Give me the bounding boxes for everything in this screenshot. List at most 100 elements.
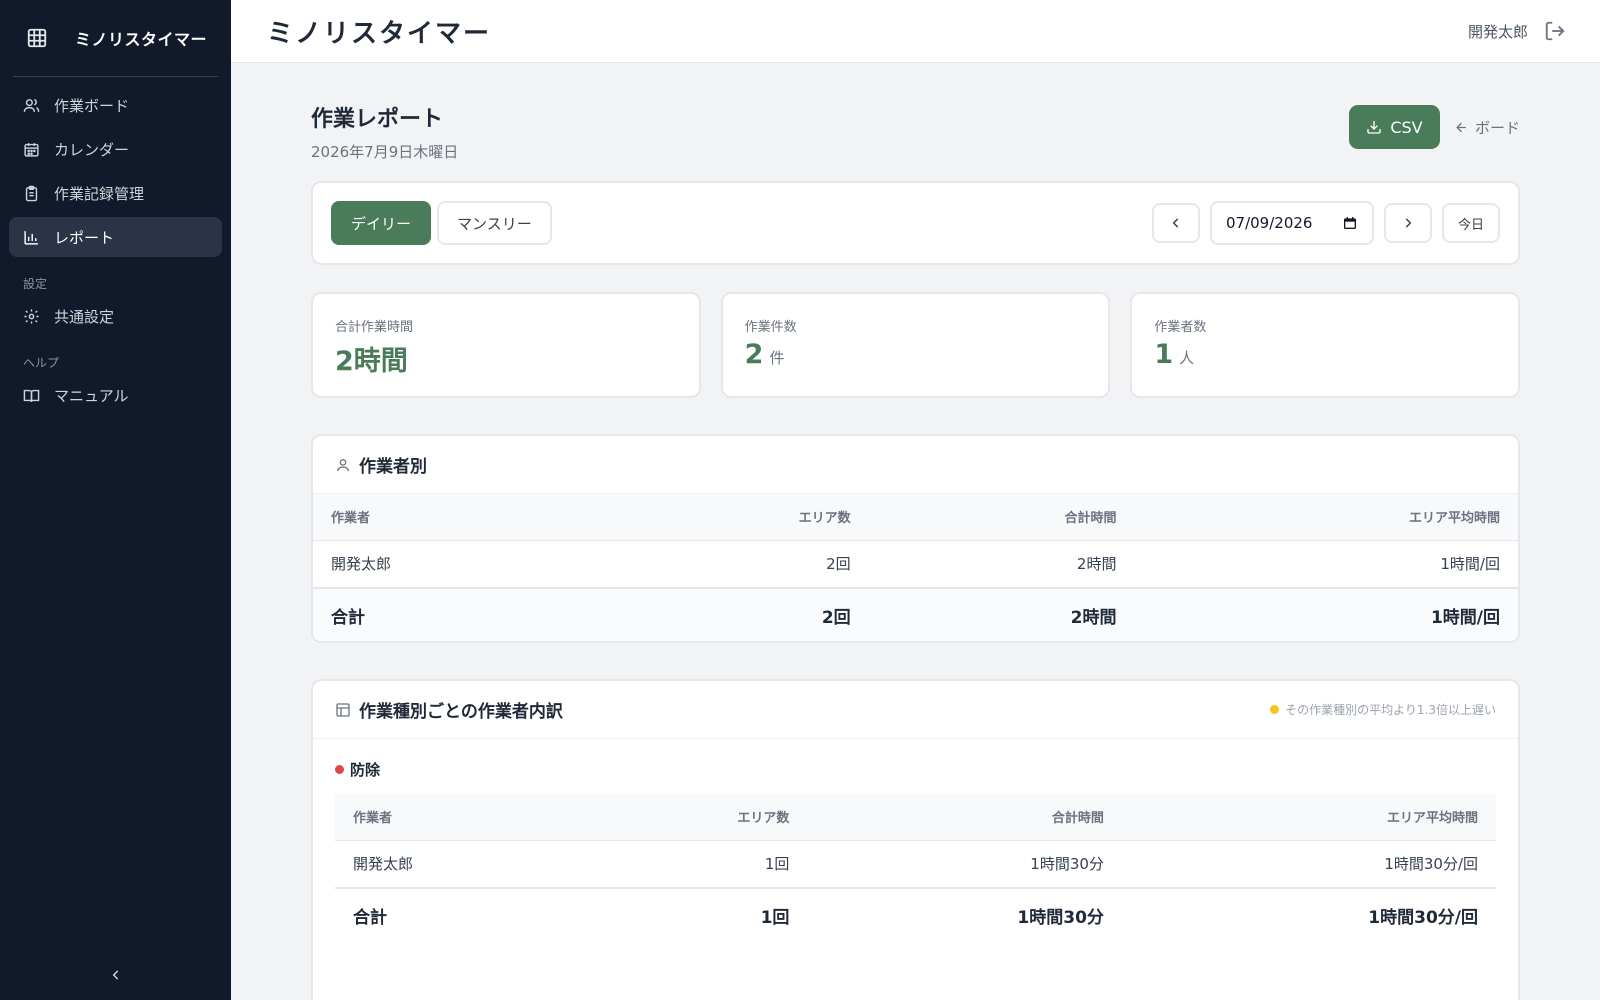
date-input[interactable]: 07/09/2026 bbox=[1210, 201, 1374, 245]
date-controls: 07/09/2026 今日 bbox=[1152, 201, 1500, 245]
cell-total-avg-time: 1時間30分/回 bbox=[1121, 887, 1496, 941]
back-to-board-link[interactable]: ボード bbox=[1454, 117, 1520, 138]
cell-total-time: 2時間 bbox=[868, 587, 1135, 641]
bar-chart-icon bbox=[24, 230, 38, 245]
cell-total-label: 合計 bbox=[335, 887, 582, 941]
csv-download-button[interactable]: CSV bbox=[1348, 105, 1440, 149]
cell-area-count: 2回 bbox=[602, 539, 869, 588]
column-header[interactable]: エリア数 bbox=[581, 794, 808, 840]
sidebar-item-label: 作業ボード bbox=[54, 96, 130, 115]
cell-total-time: 1時間30分 bbox=[807, 887, 1122, 941]
stat-total-time: 合計作業時間 2時間 bbox=[311, 292, 701, 398]
calendar-icon[interactable] bbox=[1342, 215, 1358, 231]
stat-value: 2 件 bbox=[745, 339, 1087, 370]
total-row: 合計 1回 1時間30分 1時間30分/回 bbox=[335, 887, 1496, 941]
table-header-row: 作業者 エリア数 合計時間 エリア平均時間 bbox=[335, 794, 1496, 840]
category-table: 作業者 エリア数 合計時間 エリア平均時間 開発太郎 1回 1時間30分 1時間… bbox=[335, 794, 1496, 941]
breakdown-body: 防除 作業者 エリア数 合計時間 エリア平均時間 開発太郎 1回 1時間30分 bbox=[313, 739, 1518, 959]
sidebar-item-work-records[interactable]: 作業記録管理 bbox=[9, 173, 222, 213]
page-title: 作業レポート bbox=[311, 107, 444, 132]
table-row: 開発太郎 2回 2時間 1時間/回 bbox=[313, 539, 1518, 588]
sidebar-item-manual[interactable]: マニュアル bbox=[9, 375, 222, 415]
column-header[interactable]: 合計時間 bbox=[868, 494, 1135, 540]
table-header-row: 作業者 エリア数 合計時間 エリア平均時間 bbox=[313, 494, 1518, 540]
next-date-button[interactable] bbox=[1384, 203, 1432, 243]
section-header: 作業者別 bbox=[313, 436, 1518, 494]
stat-value: 1 人 bbox=[1154, 339, 1496, 370]
cell-avg-time: 1時間30分/回 bbox=[1121, 839, 1496, 888]
total-row: 合計 2回 2時間 1時間/回 bbox=[313, 587, 1518, 641]
stat-worker-count: 作業者数 1 人 bbox=[1130, 292, 1521, 398]
section-title: 作業者別 bbox=[359, 457, 427, 477]
sidebar-item-report[interactable]: レポート bbox=[9, 217, 222, 257]
today-button[interactable]: 今日 bbox=[1442, 203, 1500, 243]
page-date: 2026年7月9日木曜日 bbox=[311, 143, 459, 161]
section-title: 作業種別ごとの作業者内訳 bbox=[359, 702, 563, 722]
prev-date-button[interactable] bbox=[1152, 203, 1200, 243]
stat-task-count: 作業件数 2 件 bbox=[720, 292, 1111, 398]
main-content: 作業レポート 2026年7月9日木曜日 CSV ボード デイリー マンスリー 0… bbox=[311, 63, 1521, 1000]
cell-worker: 開発太郎 bbox=[335, 839, 582, 888]
logout-icon[interactable] bbox=[1544, 20, 1566, 42]
stat-number: 1 bbox=[1154, 339, 1174, 370]
sidebar-item-label: レポート bbox=[54, 228, 115, 247]
table-icon bbox=[336, 702, 350, 717]
sidebar-item-label: 共通設定 bbox=[54, 307, 115, 326]
stat-value: 2時間 bbox=[335, 339, 677, 378]
column-header[interactable]: エリア平均時間 bbox=[1121, 794, 1496, 840]
cell-total-area-count: 1回 bbox=[581, 887, 808, 941]
users-icon bbox=[23, 98, 40, 112]
brand[interactable]: ミノリスタイマー bbox=[0, 0, 231, 76]
stat-unit: 人 bbox=[1179, 349, 1195, 367]
nav-section-settings: 設定 bbox=[23, 277, 48, 291]
book-icon bbox=[23, 389, 40, 402]
stat-number: 2時間 bbox=[335, 346, 408, 377]
column-header[interactable]: 作業者 bbox=[313, 494, 603, 540]
cell-area-count: 1回 bbox=[581, 839, 808, 888]
stat-number: 2 bbox=[744, 339, 764, 370]
clipboard-icon bbox=[25, 185, 38, 201]
top-bar: ミノリスタイマー 開発太郎 bbox=[231, 0, 1600, 63]
cell-worker: 開発太郎 bbox=[313, 539, 603, 588]
section-header: 作業種別ごとの作業者内訳 その作業種別の平均より1.3倍以上遅い bbox=[313, 681, 1518, 739]
breakdown-section: 作業種別ごとの作業者内訳 その作業種別の平均より1.3倍以上遅い 防除 作業者 … bbox=[311, 679, 1520, 1000]
filter-bar: デイリー マンスリー 07/09/2026 今日 bbox=[311, 181, 1520, 265]
collapse-sidebar-button[interactable] bbox=[0, 968, 231, 982]
stat-unit: 件 bbox=[769, 349, 785, 367]
stat-label: 作業者数 bbox=[1154, 320, 1207, 335]
page-actions: CSV ボード bbox=[1348, 105, 1520, 149]
sidebar-item-work-board[interactable]: 作業ボード bbox=[9, 85, 222, 125]
sidebar-nav: 作業ボード カレンダー 作業記録管理 レポート 設定 共通設定 ヘルプ マニュア… bbox=[0, 77, 231, 415]
cell-total-time: 2時間 bbox=[868, 539, 1135, 588]
user-name: 開発太郎 bbox=[1467, 22, 1528, 41]
category-title: 防除 bbox=[335, 759, 1496, 780]
cell-total-label: 合計 bbox=[313, 587, 603, 641]
tab-daily[interactable]: デイリー bbox=[331, 201, 432, 245]
slow-legend: その作業種別の平均より1.3倍以上遅い bbox=[1270, 701, 1496, 718]
csv-label: CSV bbox=[1390, 117, 1423, 137]
legend-text: その作業種別の平均より1.3倍以上遅い bbox=[1285, 703, 1496, 717]
by-worker-table: 作業者 エリア数 合計時間 エリア平均時間 開発太郎 2回 2時間 1時間/回 … bbox=[313, 494, 1518, 641]
sidebar-item-label: 作業記録管理 bbox=[54, 184, 145, 203]
cell-total-area-count: 2回 bbox=[602, 587, 869, 641]
nav-section-help: ヘルプ bbox=[23, 356, 60, 370]
column-header[interactable]: エリア数 bbox=[602, 494, 869, 540]
column-header[interactable]: 作業者 bbox=[335, 794, 582, 840]
grid-icon bbox=[27, 28, 47, 48]
column-header[interactable]: 合計時間 bbox=[807, 794, 1122, 840]
table-row: 開発太郎 1回 1時間30分 1時間30分/回 bbox=[335, 839, 1496, 888]
sidebar-item-label: カレンダー bbox=[54, 140, 130, 159]
tab-monthly[interactable]: マンスリー bbox=[437, 201, 552, 245]
download-icon bbox=[1367, 121, 1382, 134]
sidebar-item-common-settings[interactable]: 共通設定 bbox=[9, 296, 222, 336]
column-header[interactable]: エリア平均時間 bbox=[1134, 494, 1518, 540]
chevron-left-icon bbox=[1172, 218, 1179, 228]
sidebar-item-label: マニュアル bbox=[54, 386, 129, 405]
calendar-icon bbox=[24, 142, 39, 157]
user-area: 開発太郎 bbox=[1468, 20, 1566, 42]
sidebar-item-calendar[interactable]: カレンダー bbox=[9, 129, 222, 169]
chevron-left-icon bbox=[112, 970, 118, 980]
user-icon bbox=[337, 458, 349, 471]
chevron-right-icon bbox=[1405, 218, 1412, 228]
stats-row: 合計作業時間 2時間 作業件数 2 件 作業者数 1 人 bbox=[311, 292, 1521, 398]
